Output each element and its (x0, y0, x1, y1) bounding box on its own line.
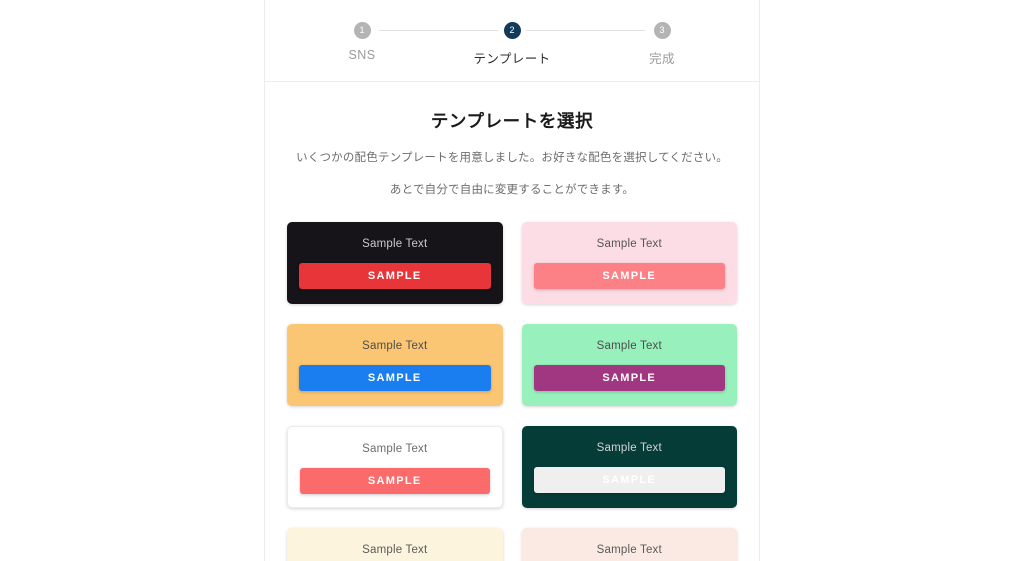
main-content: テンプレートを選択 いくつかの配色テンプレートを用意しました。お好きな配色を選択… (265, 82, 759, 561)
description-line-2: あとで自分で自由に変更することができます。 (389, 184, 635, 197)
template-grid: Sample Text SAMPLE Sample Text SAMPLE Sample… (287, 221, 737, 561)
template-sample-button[interactable]: SAMPLE (300, 467, 490, 494)
step-label: SNS (348, 48, 376, 62)
step-number-badge: 2 (503, 22, 521, 39)
stepper-step-complete[interactable]: 3 完成 (617, 22, 707, 67)
step-number-badge: 3 (653, 22, 671, 39)
wizard-panel: 1 SNS 2 テンプレート 3 完成 テンプレートを選択 いくつかの配色テンプ… (264, 0, 760, 561)
template-sample-button[interactable]: SAMPLE (533, 466, 725, 493)
template-card[interactable]: Sample Text SAMPLE (287, 221, 503, 304)
stepper-section: 1 SNS 2 テンプレート 3 完成 (265, 0, 759, 82)
step-label: 完成 (649, 52, 675, 66)
template-sample-button[interactable]: SAMPLE (533, 262, 725, 289)
template-card[interactable]: Sample Text SAMPLE (521, 323, 737, 406)
page-root: 1 SNS 2 テンプレート 3 完成 テンプレートを選択 いくつかの配色テンプ… (0, 0, 1024, 561)
template-sample-text: Sample Text (596, 543, 662, 556)
template-card[interactable]: Sample Text SAMPLE (287, 323, 503, 406)
page-title: テンプレートを選択 (430, 111, 594, 131)
template-sample-text: Sample Text (596, 237, 662, 250)
template-sample-text: Sample Text (362, 237, 428, 250)
stepper-step-sns[interactable]: 1 SNS (317, 22, 407, 62)
template-card[interactable]: Sample Text SAMPLE (521, 425, 737, 508)
step-label: テンプレート (473, 52, 551, 66)
template-sample-text: Sample Text (362, 339, 428, 352)
template-card[interactable]: Sample Text SAMPLE (521, 221, 737, 304)
template-sample-text: Sample Text (362, 442, 428, 455)
template-sample-text: Sample Text (596, 441, 662, 454)
template-sample-button[interactable]: SAMPLE (533, 364, 725, 391)
template-sample-text: Sample Text (362, 543, 428, 556)
description-line-1: いくつかの配色テンプレートを用意しました。お好きな配色を選択してください。 (296, 152, 728, 164)
template-card[interactable]: Sample TextSAMPLE (521, 527, 737, 561)
stepper-step-template[interactable]: 2 テンプレート (467, 22, 557, 67)
stepper: 1 SNS 2 テンプレート 3 完成 (265, 22, 759, 67)
template-card[interactable]: Sample TextSAMPLE (287, 527, 503, 561)
template-card[interactable]: Sample Text SAMPLE (287, 425, 503, 508)
template-sample-text: Sample Text (596, 339, 662, 352)
template-sample-button[interactable]: SAMPLE (299, 262, 491, 289)
template-sample-button[interactable]: SAMPLE (299, 364, 491, 391)
step-number-badge: 1 (353, 22, 371, 39)
